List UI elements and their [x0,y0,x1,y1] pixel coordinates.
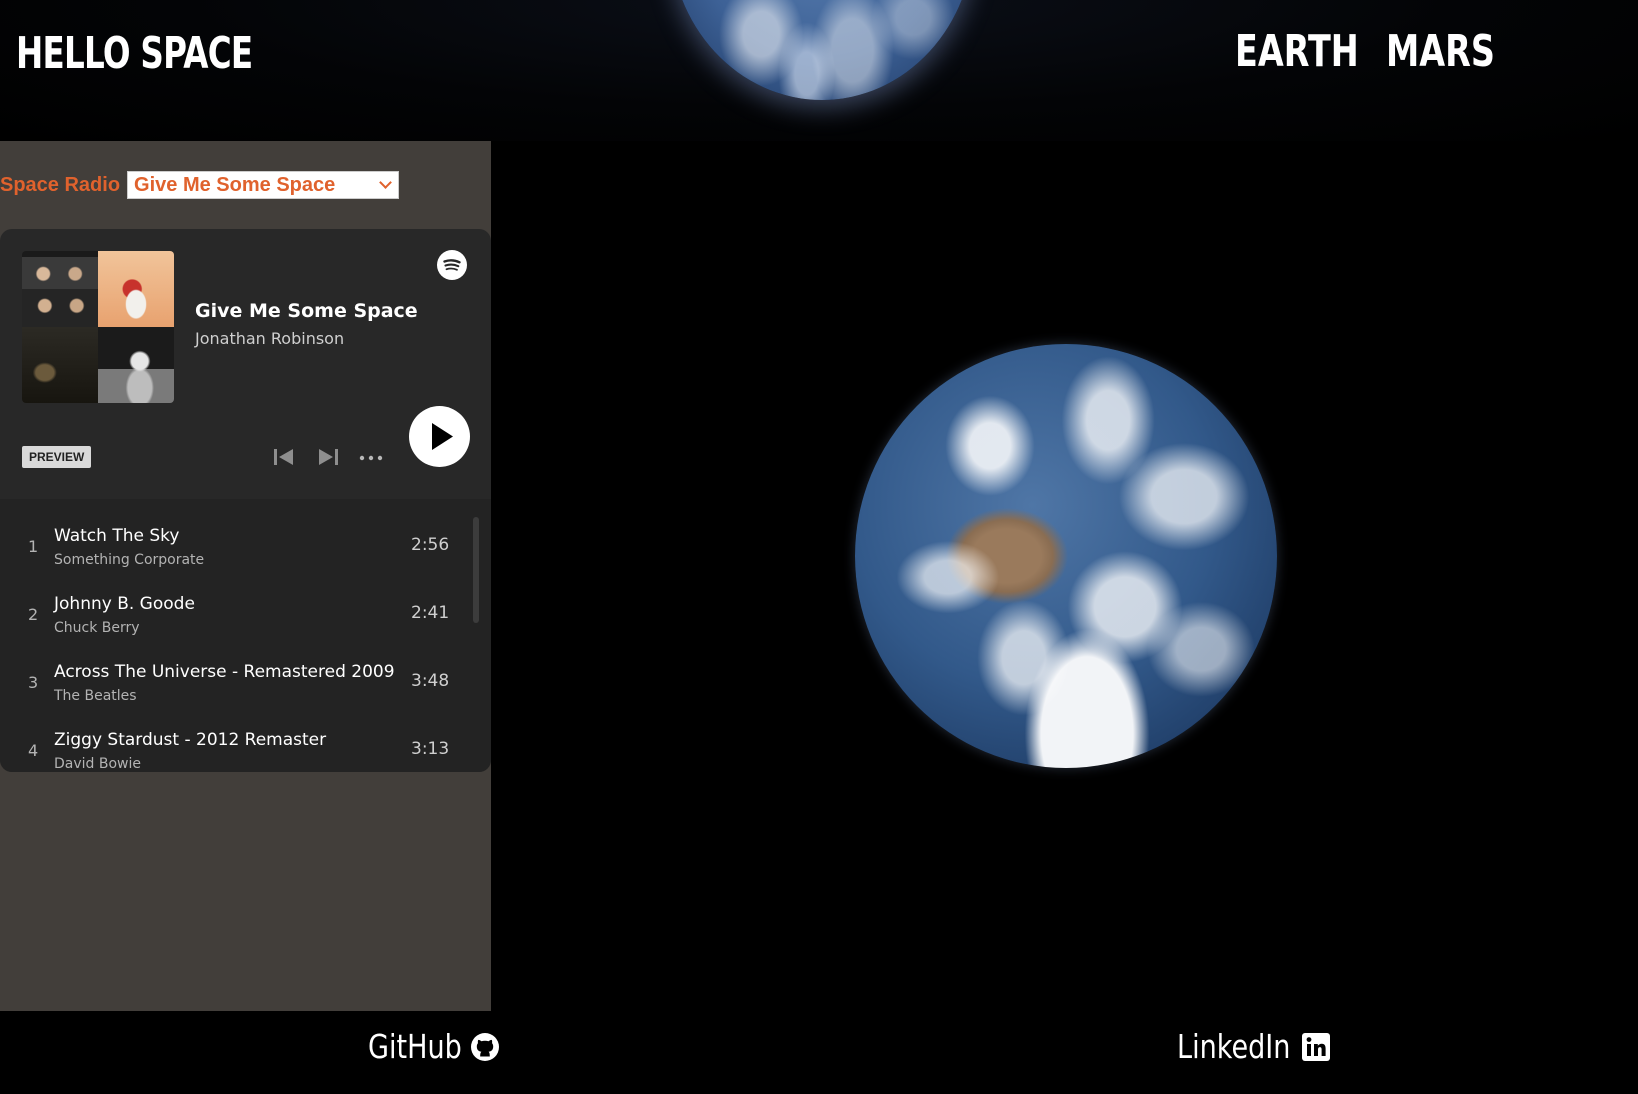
playlist-select-value: Give Me Some Space [134,173,336,196]
playlist-cover [22,251,174,403]
track-row[interactable]: 4 Ziggy Stardust - 2012 Remaster David B… [0,715,491,772]
track-duration: 3:13 [411,739,450,759]
track-title: Across The Universe - Remastered 2009 [54,662,395,682]
github-link[interactable]: GitHub [368,1027,500,1066]
playlist-owner[interactable]: Jonathan Robinson [195,329,344,348]
earth-image [855,344,1277,768]
chevron-down-icon [379,176,392,189]
nav-mars-link[interactable]: MARS [1386,26,1495,77]
linkedin-icon [1302,1032,1331,1061]
github-icon [471,1032,500,1061]
track-artist: The Beatles [54,688,137,704]
playlist-title[interactable]: Give Me Some Space [195,300,418,322]
preview-badge: PREVIEW [22,446,92,468]
nav-earth-link[interactable]: EARTH [1235,26,1359,77]
album-art-tile [98,327,174,403]
play-icon [432,423,453,450]
skip-forward-icon[interactable] [315,445,341,469]
track-row[interactable]: 3 Across The Universe - Remastered 2009 … [0,647,491,715]
track-duration: 3:48 [411,671,450,691]
track-number: 4 [28,741,39,760]
site-header: HELLO SPACE EARTH MARS [0,0,1638,141]
track-number: 2 [28,605,39,624]
album-art-tile [22,327,98,403]
play-button[interactable] [409,406,470,467]
track-artist: David Bowie [54,756,141,772]
header-earth-image [670,0,974,100]
skip-back-icon[interactable] [271,445,297,469]
track-artist: Chuck Berry [54,620,140,636]
track-number: 1 [28,537,39,556]
linkedin-label: LinkedIn [1177,1027,1291,1066]
track-artist: Something Corporate [54,552,205,568]
more-icon[interactable] [358,445,384,469]
spotify-player: Give Me Some Space Jonathan Robinson PRE… [0,229,491,772]
brand-logo[interactable]: HELLO SPACE [16,28,253,79]
track-list: 1 Watch The Sky Something Corporate 2:56… [0,499,491,772]
track-row[interactable]: 2 Johnny B. Goode Chuck Berry 2:41 [0,579,491,647]
album-art-tile [98,251,174,327]
github-label: GitHub [368,1027,462,1066]
playlist-select[interactable]: Give Me Some Space [127,171,400,199]
radio-selector-row: Space Radio Give Me Some Space [0,171,400,199]
album-art-tile [22,251,98,327]
track-title: Johnny B. Goode [54,594,195,614]
spotify-icon[interactable] [437,250,467,280]
site-footer: GitHub LinkedIn [0,1011,1638,1094]
track-number: 3 [28,673,39,692]
radio-panel: Space Radio Give Me Some Space Give Me S… [0,141,491,1011]
track-title: Watch The Sky [54,526,180,546]
track-duration: 2:41 [411,603,450,623]
radio-label: Space Radio [0,173,121,196]
track-title: Ziggy Stardust - 2012 Remaster [54,730,327,750]
track-row[interactable]: 1 Watch The Sky Something Corporate 2:56 [0,511,491,579]
linkedin-link[interactable]: LinkedIn [1177,1027,1331,1066]
main-view [491,141,1638,1011]
track-duration: 2:56 [411,535,450,555]
